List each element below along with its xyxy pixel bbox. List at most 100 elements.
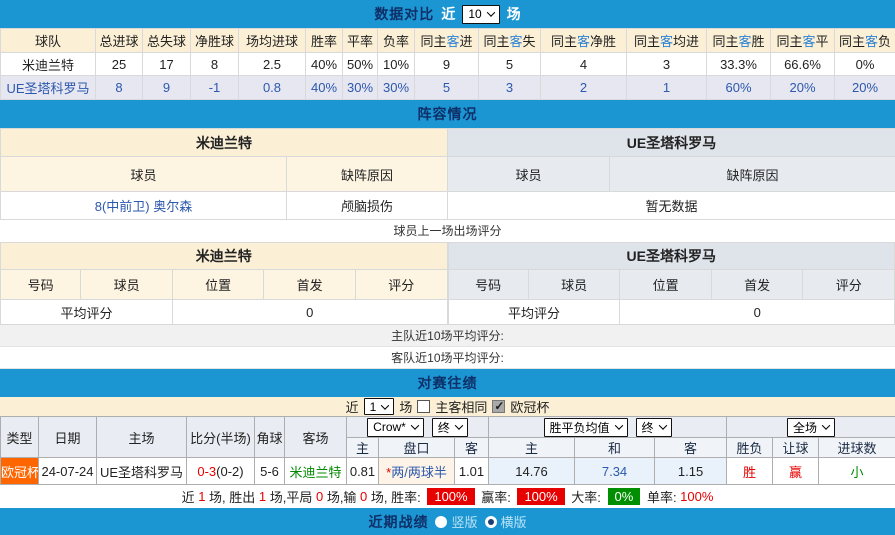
odds-company-select[interactable]: Crow*: [367, 418, 424, 437]
away-ratings-table: UE圣塔科罗马 号码球员位置首发评分 平均评分 0: [448, 242, 895, 325]
score-fulltime: 0-3: [197, 464, 216, 479]
stat-value: 0.8: [239, 76, 306, 100]
stat-value: 40%: [306, 53, 343, 76]
home-ratings-columns: 号码球员位置首发评分: [1, 270, 448, 300]
stats-col-header: 总进球: [96, 29, 143, 53]
stat-value: 10%: [378, 53, 415, 76]
col-result-wl: 胜负: [727, 438, 773, 458]
stats-col-header: 同主客均进: [627, 29, 707, 53]
stat-value: 60%: [707, 76, 771, 100]
stat-value: 5: [479, 53, 541, 76]
avg-final-select[interactable]: 终: [636, 418, 672, 437]
chevron-down-icon: [822, 421, 830, 429]
rating-col-header: 号码: [1, 270, 81, 300]
rating-col-header: 位置: [172, 270, 264, 300]
summary-text: 0: [316, 489, 323, 504]
recent-count-select[interactable]: 10: [462, 5, 499, 24]
avg-odds-group: 胜平负均值 终: [489, 417, 727, 438]
stats-col-header: 胜率: [306, 29, 343, 53]
away-recent-rating-row: 客队近10场平均评分:: [0, 347, 895, 369]
vertical-layout-option[interactable]: 竖版: [435, 512, 477, 531]
h2h-near-label: 近: [346, 397, 359, 416]
chevron-down-icon: [658, 421, 666, 429]
rating-col-header: 评分: [803, 270, 895, 300]
stats-col-header: 同主客净胜: [541, 29, 627, 53]
recent-count-value: 10: [468, 7, 481, 21]
competition-label[interactable]: 欧冠杯: [510, 397, 549, 416]
away-team-link[interactable]: 米迪兰特: [285, 458, 347, 485]
stat-value: 2.5: [239, 53, 306, 76]
stat-value: 2: [541, 76, 627, 100]
stats-row: UE圣塔科罗马89-10.840%30%30%532160%20%20%: [1, 76, 895, 100]
chevron-down-icon: [381, 401, 389, 409]
stat-value: 30%: [378, 76, 415, 100]
lineup-away-team: UE圣塔科罗马: [448, 129, 895, 157]
ratings-tables: 米迪兰特 号码球员位置首发评分 平均评分 0 UE圣塔科罗马 号码球员位置首发评…: [0, 242, 895, 325]
recent-results-title: 近期战绩: [368, 512, 428, 532]
lineup-home-reason-col: 缺阵原因: [287, 157, 448, 192]
col-result-handicap: 让球: [773, 438, 819, 458]
handicap-text: 两/两球半: [391, 465, 447, 480]
lineup-data-row: 8(中前卫) 奥尔森 颅脑损伤 暂无数据: [1, 192, 895, 220]
summary-text: 1: [259, 489, 266, 504]
stat-value: 33.3%: [707, 53, 771, 76]
vertical-radio[interactable]: [435, 516, 447, 528]
stat-value: 66.6%: [771, 53, 835, 76]
competition-checkbox[interactable]: [492, 400, 505, 413]
summary-text: 赢率:: [478, 487, 515, 506]
stat-value: -1: [191, 76, 239, 100]
stats-col-header: 平率: [343, 29, 378, 53]
away-avg-label: 平均评分: [448, 300, 620, 325]
summary-text: 0: [360, 489, 367, 504]
odds-final-select[interactable]: 终: [432, 418, 468, 437]
odds-company-group: Crow* 终: [347, 417, 489, 438]
col-type: 类型: [1, 417, 39, 458]
lineup-home-team: 米迪兰特: [1, 129, 448, 157]
horizontal-layout-option[interactable]: 横版: [485, 512, 527, 531]
stat-value: 1: [627, 76, 707, 100]
stat-value: 3: [479, 76, 541, 100]
team-name[interactable]: UE圣塔科罗马: [1, 76, 96, 100]
avg-odds-select[interactable]: 胜平负均值: [544, 418, 628, 437]
rating-col-header: 号码: [448, 270, 528, 300]
score-halftime: (0-2): [216, 464, 243, 479]
absent-player-link[interactable]: 8(中前卫) 奥尔森: [1, 192, 287, 220]
rate-badge: 100%: [517, 488, 564, 505]
rating-col-header: 球员: [81, 270, 173, 300]
summary-text: 场, 胜率:: [367, 487, 424, 506]
h2h-count-select[interactable]: 1: [364, 398, 395, 415]
odds-away-value: 1.01: [455, 458, 489, 485]
same-venue-label[interactable]: 主客相同: [435, 397, 487, 416]
h2h-group-header-row: 类型 日期 主场 比分(半场) 角球 客场 Crow* 终: [1, 417, 895, 438]
stat-value: 8: [191, 53, 239, 76]
home-ratings-team: 米迪兰特: [1, 243, 448, 270]
lineup-team-header-row: 米迪兰特 UE圣塔科罗马: [1, 129, 895, 157]
stats-comparison-table: 球队总进球总失球净胜球场均进球胜率平率负率同主客进同主客失同主客净胜同主客均进同…: [0, 28, 895, 100]
team-name[interactable]: 米迪兰特: [1, 53, 96, 76]
stat-value: 30%: [343, 76, 378, 100]
horizontal-radio[interactable]: [485, 516, 497, 528]
scope-select[interactable]: 全场: [787, 418, 835, 437]
stats-col-header: 同主客失: [479, 29, 541, 53]
home-team-link[interactable]: UE圣塔科罗马: [97, 458, 187, 485]
chevron-down-icon: [455, 421, 463, 429]
col-home: 主场: [97, 417, 187, 458]
rating-col-header: 球员: [528, 270, 620, 300]
h2h-filter-row: 近 1 场 主客相同 欧冠杯: [0, 397, 895, 416]
away-avg-value: 0: [620, 300, 895, 325]
lineup-home-player-col: 球员: [1, 157, 287, 192]
away-no-data: 暂无数据: [448, 192, 895, 220]
stats-col-header: 同主客胜: [707, 29, 771, 53]
stats-col-header: 净胜球: [191, 29, 239, 53]
stat-value: 3: [627, 53, 707, 76]
rating-col-header: 位置: [620, 270, 712, 300]
stat-value: 9: [143, 76, 191, 100]
col-date: 日期: [39, 417, 97, 458]
stat-value: 20%: [771, 76, 835, 100]
stats-col-header: 同主客进: [415, 29, 479, 53]
competition-badge[interactable]: 欧冠杯: [1, 458, 39, 485]
horizontal-label: 横版: [501, 512, 527, 531]
same-venue-checkbox[interactable]: [417, 400, 430, 413]
recent-near-label: 近: [441, 4, 455, 24]
avg-home-value: 14.76: [489, 458, 575, 485]
